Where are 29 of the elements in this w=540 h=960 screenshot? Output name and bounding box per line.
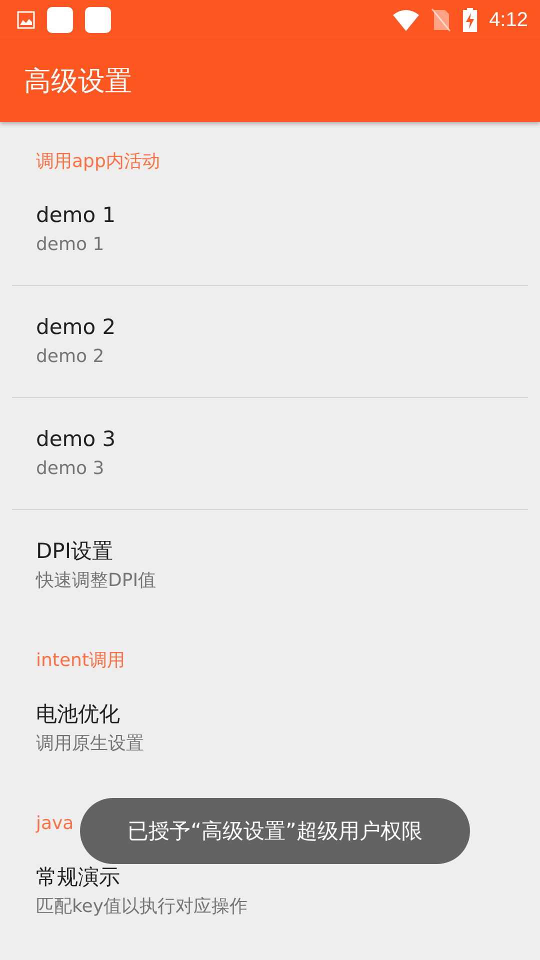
clock: 4:12: [489, 8, 528, 32]
preference-title: demo 3: [36, 426, 116, 453]
preference-title: DPI设置: [36, 538, 114, 565]
preference-title: demo 2: [36, 314, 116, 341]
toast: 已授予“高级设置”超级用户权限: [80, 798, 470, 864]
section-header: java: [36, 813, 74, 834]
section-header: intent调用: [36, 650, 126, 671]
preference-summary: 调用原生设置: [36, 732, 144, 756]
preference-item[interactable]: demo 3 demo 3: [0, 398, 540, 509]
preference-title: 电池优化: [36, 701, 120, 728]
preference-summary: 匹配key值以执行对应操作: [36, 895, 248, 919]
preference-title: demo 1: [36, 202, 116, 229]
preference-item[interactable]: 电池优化 调用原生设置: [0, 673, 540, 784]
preference-summary: 快速调整DPI值: [36, 569, 156, 593]
no-sim-icon: [431, 8, 452, 32]
preference-item[interactable]: demo 1 demo 1: [0, 174, 540, 285]
notification-icon: [85, 7, 111, 33]
image-icon: [17, 11, 35, 29]
screen-title: 高级设置: [24, 65, 132, 99]
preference-title: 常规演示: [36, 864, 120, 891]
battery-charging-icon: [463, 8, 478, 32]
preference-summary: demo 3: [36, 457, 104, 481]
notification-icon: [47, 7, 73, 33]
preference-item[interactable]: DPI设置 快速调整DPI值: [0, 510, 540, 621]
wifi-icon: [393, 9, 420, 31]
preference-summary: demo 2: [36, 345, 104, 369]
preference-summary: demo 1: [36, 233, 104, 257]
preference-item[interactable]: demo 2 demo 2: [0, 286, 540, 397]
section-header: 调用app内活动: [36, 151, 160, 172]
